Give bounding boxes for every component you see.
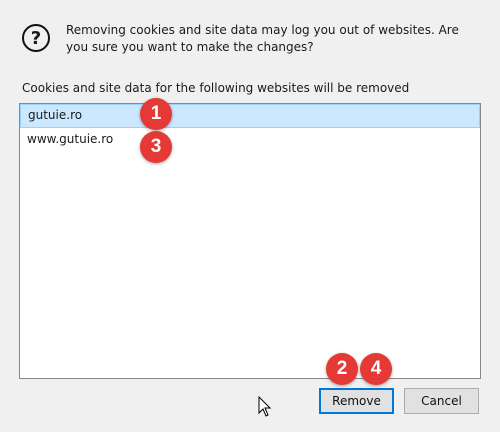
sites-listbox[interactable]: gutuie.ro www.gutuie.ro [19, 103, 481, 379]
mouse-pointer-icon [258, 396, 272, 417]
dialog-header: ? Removing cookies and site data may log… [22, 22, 492, 56]
annotation-badge-1: 1 [140, 98, 172, 130]
question-icon: ? [22, 24, 50, 52]
remove-button[interactable]: Remove [319, 388, 394, 414]
annotation-badge-4: 4 [360, 353, 392, 385]
confirmation-message: Removing cookies and site data may log y… [66, 23, 459, 54]
list-item-gutuie-ro[interactable]: gutuie.ro [20, 104, 480, 128]
annotation-badge-2: 2 [326, 353, 358, 385]
list-item-www-gutuie-ro[interactable]: www.gutuie.ro [20, 128, 480, 150]
cancel-button[interactable]: Cancel [404, 388, 479, 414]
list-caption: Cookies and site data for the following … [22, 81, 410, 95]
annotation-badge-3: 3 [140, 131, 172, 163]
